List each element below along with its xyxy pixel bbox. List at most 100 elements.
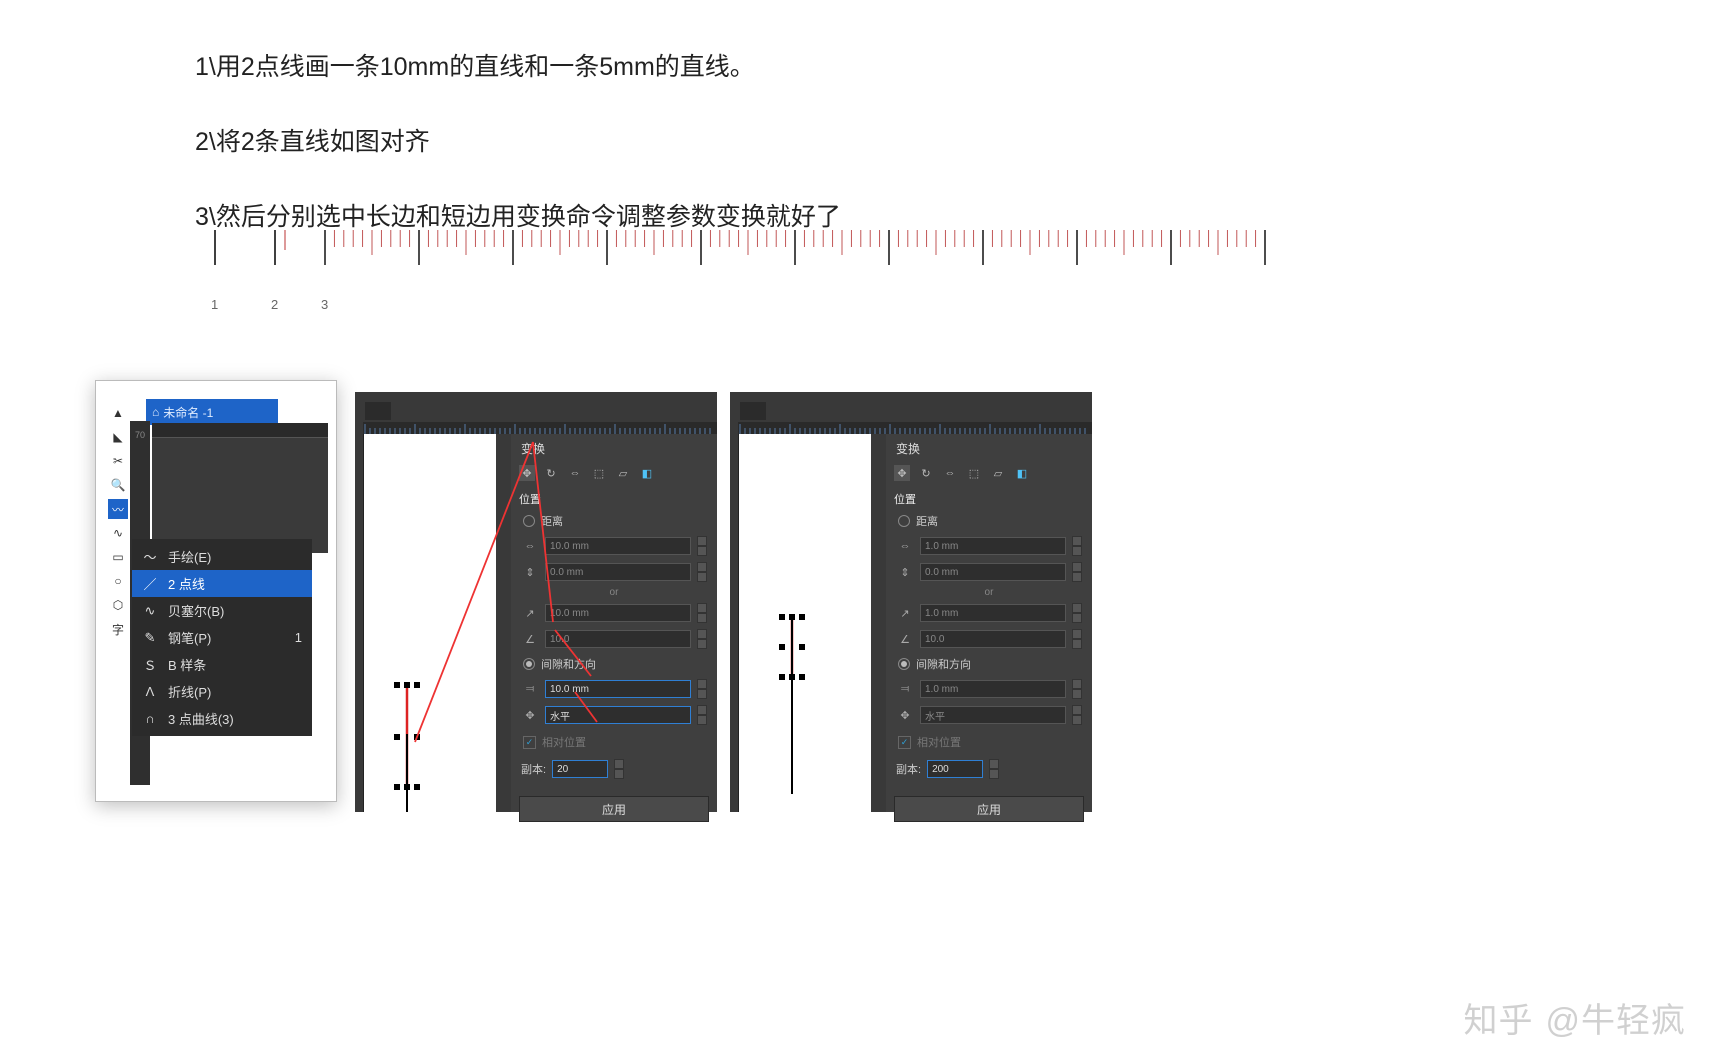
apply-button[interactable]: 应用 — [894, 796, 1084, 822]
ruler-label-2: 2 — [271, 297, 278, 312]
copies-label: 副本: — [521, 761, 546, 777]
size-mode-icon[interactable]: ⬚ — [591, 465, 607, 481]
ruler-label-1: 1 — [211, 297, 218, 312]
polygon-tool-icon[interactable]: ⬡ — [108, 595, 128, 615]
relative-check[interactable]: ✓相对位置 — [886, 728, 1092, 756]
skew-mode-icon[interactable]: ▱ — [990, 465, 1006, 481]
mini-ruler — [363, 422, 717, 434]
cube-icon[interactable]: ◧ — [639, 465, 655, 481]
panel-title: 变换 — [511, 434, 717, 461]
flyout-item[interactable]: ＳB 样条 — [132, 651, 312, 678]
mirror-mode-icon[interactable]: ⇔ — [567, 465, 583, 481]
crop-tool-icon[interactable]: ✂ — [108, 451, 128, 471]
apply-button[interactable]: 应用 — [519, 796, 709, 822]
radio-gap-dir[interactable]: 间隙和方向 — [511, 652, 717, 676]
copies-input[interactable]: 20 — [552, 760, 608, 778]
rotate-mode-icon[interactable]: ↻ — [918, 465, 934, 481]
dir-icon: ✥ — [896, 709, 914, 722]
canvas-area — [152, 423, 328, 553]
ellipse-tool-icon[interactable]: ○ — [108, 571, 128, 591]
radio-distance[interactable]: 距离 — [886, 509, 1092, 533]
watermark-author: @牛轻疯 — [1545, 993, 1686, 1042]
transform-panel: 变换 ✥ ↻ ⇔ ⬚ ▱ ◧ 位置 距离 ⇔ 1.0 mm ⇕ — [886, 434, 1092, 812]
flyout-item-icon: ～ — [142, 547, 158, 566]
watermark: 知乎 @牛轻疯 — [1463, 993, 1686, 1042]
rotate-mode-icon[interactable]: ↻ — [543, 465, 559, 481]
document-title: 未命名 -1 — [163, 404, 213, 421]
angle-len-input[interactable]: 1.0 mm — [920, 604, 1066, 622]
transform-mode-row: ✥ ↻ ⇔ ⬚ ▱ ◧ — [886, 461, 1092, 485]
position-mode-icon[interactable]: ✥ — [519, 465, 535, 481]
text-tool-icon[interactable]: 字 — [108, 619, 128, 639]
gap-input[interactable]: 10.0 mm — [545, 680, 691, 698]
shape-tool-icon[interactable]: ◣ — [108, 427, 128, 447]
angle-deg-input[interactable]: 10.0 — [545, 630, 691, 648]
document-tab[interactable]: ⌂ 未命名 -1 — [146, 399, 278, 425]
position-mode-icon[interactable]: ✥ — [894, 465, 910, 481]
direction-select[interactable]: 水平 — [920, 706, 1066, 724]
or-label: or — [511, 585, 717, 600]
screenshot-transform-short: 变换 ✥ ↻ ⇔ ⬚ ▱ ◧ 位置 距离 ⇔ 1.0 mm ⇕ — [730, 392, 1092, 812]
direction-select[interactable]: 水平 — [545, 706, 691, 724]
flyout-item[interactable]: ✎钢笔(P)1 — [132, 624, 312, 651]
radio-distance[interactable]: 距离 — [511, 509, 717, 533]
cube-icon[interactable]: ◧ — [1014, 465, 1030, 481]
angle-len-icon: ↗ — [896, 607, 914, 620]
flyout-item-label: 3 点曲线(3) — [168, 709, 234, 728]
flyout-item-label: 折线(P) — [168, 682, 211, 701]
flyout-item-label: 2 点线 — [168, 574, 205, 593]
angle-len-icon: ↗ — [521, 607, 539, 620]
copies-input[interactable]: 200 — [927, 760, 983, 778]
flyout-item[interactable]: ／2 点线 — [132, 570, 312, 597]
h-dist-icon: ⇔ — [896, 540, 914, 552]
doc-tab[interactable] — [365, 402, 391, 420]
skew-mode-icon[interactable]: ▱ — [615, 465, 631, 481]
screenshot-transform-long: 变换 ✥ ↻ ⇔ ⬚ ▱ ◧ 位置 距离 ⇔ 10.0 mm ⇕ — [355, 392, 717, 812]
position-label: 位置 — [886, 485, 1092, 509]
v-dist-input[interactable]: 0.0 mm — [920, 563, 1066, 581]
v-dist-input[interactable]: 0.0 mm — [545, 563, 691, 581]
pick-tool-icon[interactable]: ▲ — [108, 403, 128, 423]
doc-tab[interactable] — [740, 402, 766, 420]
canvas — [363, 434, 496, 812]
panel-title: 变换 — [886, 434, 1092, 461]
line-tool-flyout: ～ 手绘(E) ／2 点线∿贝塞尔(B)✎钢笔(P)1ＳB 样条 Λ 折线(P) ∩3 点… — [132, 539, 312, 736]
flyout-item[interactable]: Λ 折线(P) — [132, 678, 312, 705]
gap-input[interactable]: 1.0 mm — [920, 680, 1066, 698]
transform-panel: 变换 ✥ ↻ ⇔ ⬚ ▱ ◧ 位置 距离 ⇔ 10.0 mm ⇕ — [511, 434, 717, 812]
canvas — [738, 434, 871, 812]
radio-gap-dir[interactable]: 间隙和方向 — [886, 652, 1092, 676]
zoom-tool-icon[interactable]: 🔍 — [108, 475, 128, 495]
flyout-item-icon: ✎ — [142, 630, 158, 646]
h-dist-input[interactable]: 10.0 mm — [545, 537, 691, 555]
h-dist-input[interactable]: 1.0 mm — [920, 537, 1066, 555]
screenshot-toolbox: ▲ ◣ ✂ 🔍 〰 ∿ ▭ ○ ⬡ 字 ⌂ 未命名 -1 70 ～手绘(E)／ — [95, 380, 337, 802]
ruler-illustration: 1 2 3 — [195, 225, 1275, 315]
step-2: 2\将2条直线如图对齐 — [195, 120, 841, 165]
flyout-item-label: 贝塞尔(B) — [168, 601, 224, 620]
rectangle-tool-icon[interactable]: ▭ — [108, 547, 128, 567]
mini-ruler — [738, 422, 1092, 434]
size-mode-icon[interactable]: ⬚ — [966, 465, 982, 481]
v-dist-icon: ⇕ — [521, 566, 539, 579]
flyout-item[interactable]: ∩3 点曲线(3) — [132, 705, 312, 732]
angle-deg-icon: ∠ — [521, 633, 539, 646]
transform-mode-row: ✥ ↻ ⇔ ⬚ ▱ ◧ — [511, 461, 717, 485]
relative-check[interactable]: ✓相对位置 — [511, 728, 717, 756]
curve-tool-icon[interactable]: ∿ — [108, 523, 128, 543]
angle-deg-input[interactable]: 10.0 — [920, 630, 1066, 648]
flyout-item-icon: Λ — [142, 684, 158, 699]
mirror-mode-icon[interactable]: ⇔ — [942, 465, 958, 481]
home-icon: ⌂ — [152, 405, 159, 419]
angle-len-input[interactable]: 10.0 mm — [545, 604, 691, 622]
step-1: 1\用2点线画一条10mm的直线和一条5mm的直线。 — [195, 45, 841, 90]
flyout-item-label: 手绘(E) — [168, 547, 211, 566]
flyout-item-label: B 样条 — [168, 655, 206, 674]
freehand-tool-icon[interactable]: 〰 — [108, 499, 128, 519]
copies-label: 副本: — [896, 761, 921, 777]
ruler-mark: 70 — [130, 425, 150, 445]
flyout-item[interactable]: ∿贝塞尔(B) — [132, 597, 312, 624]
flyout-item[interactable]: ～ 手绘(E) — [132, 543, 312, 570]
dir-icon: ✥ — [521, 709, 539, 722]
h-dist-icon: ⇔ — [521, 540, 539, 552]
